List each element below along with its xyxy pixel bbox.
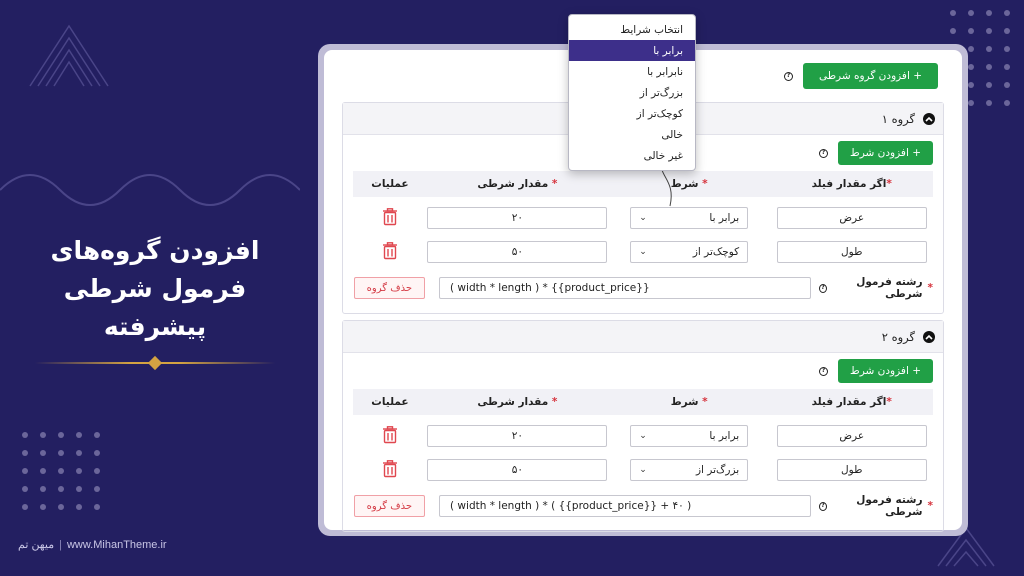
wave-decoration — [0, 174, 300, 206]
formula-label: رشته فرمول شرطی — [856, 276, 923, 300]
dropdown-option-selected[interactable]: برابر با — [569, 40, 695, 61]
condition-group-2: گروه ۲ + افزودن شرط ? *اگر مقدار فیلد * … — [342, 320, 944, 532]
hero-title: افزودن گروه‌های فرمول شرطی پیشرفته — [50, 236, 260, 341]
value-input[interactable]: ۵۰ — [427, 241, 608, 263]
dropdown-option[interactable]: غیر خالی — [569, 145, 695, 166]
group-title: گروه ۱ — [881, 111, 915, 126]
chevron-down-icon: ⌄ — [639, 247, 647, 257]
value-input[interactable]: ۲۰ — [427, 425, 608, 447]
table-row: عرض برابر با ⌄ ۲۰ — [353, 419, 933, 453]
field-select[interactable]: طول — [776, 241, 927, 263]
table-header: *اگر مقدار فیلد * شرط * مقدار شرطی عملیا… — [353, 389, 933, 415]
field-select[interactable]: عرض — [776, 207, 927, 229]
column-condition: شرط — [670, 396, 699, 408]
chevron-up-icon[interactable] — [923, 330, 935, 343]
add-condition-button[interactable]: + افزودن شرط — [838, 141, 933, 165]
column-field: اگر مقدار فیلد — [811, 396, 887, 408]
formula-input[interactable]: ( width * length ) * ( {{product_price}}… — [439, 495, 811, 517]
chevron-down-icon: ⌄ — [639, 431, 647, 441]
chevron-down-icon: ⌄ — [639, 213, 647, 223]
condition-select[interactable]: برابر با ⌄ — [630, 425, 749, 447]
help-circle-icon[interactable]: ? — [819, 283, 827, 293]
footer: میهن تم | www.MihanTheme.ir — [18, 539, 167, 551]
help-circle-icon[interactable]: ? — [819, 366, 829, 376]
chevron-up-icon[interactable] — [923, 112, 935, 125]
footer-website[interactable]: www.MihanTheme.ir — [67, 539, 167, 551]
dropdown-option[interactable]: کوچک‌تر از — [569, 103, 695, 124]
field-select[interactable]: عرض — [776, 425, 927, 447]
formula-row: * رشته فرمول شرطی? ( width * length ) * (… — [353, 489, 933, 523]
gold-divider — [35, 355, 275, 371]
hero-section: افزودن گروه‌های فرمول شرطی پیشرفته — [30, 232, 280, 371]
trash-icon[interactable] — [382, 241, 398, 260]
triangle-pattern-decoration — [29, 24, 109, 87]
help-circle-icon[interactable]: ? — [819, 148, 829, 158]
footer-brand: میهن تم — [18, 539, 55, 551]
value-input[interactable]: ۲۰ — [427, 207, 608, 229]
trash-icon[interactable] — [382, 459, 398, 478]
column-value: مقدار شرطی — [477, 396, 549, 408]
column-operations: عملیات — [371, 396, 409, 408]
trash-icon[interactable] — [382, 425, 398, 444]
condition-dropdown-menu[interactable]: انتخاب شرایط برابر با نابرابر با بزرگ‌تر… — [568, 14, 696, 171]
group-header[interactable]: گروه ۲ — [343, 321, 943, 353]
value-input[interactable]: ۵۰ — [427, 459, 608, 481]
condition-select[interactable]: بزرگ‌تر از ⌄ — [630, 459, 749, 481]
column-field: اگر مقدار فیلد — [811, 178, 887, 190]
chevron-down-icon: ⌄ — [639, 465, 647, 475]
formula-label: رشته فرمول شرطی — [856, 494, 923, 518]
trash-icon[interactable] — [382, 207, 398, 226]
dots-decoration — [22, 432, 100, 510]
condition-select[interactable]: برابر با ⌄ — [630, 207, 749, 229]
delete-group-button[interactable]: حذف گروه — [353, 277, 425, 299]
formula-row: * رشته فرمول شرطی? ( width * length ) * {… — [353, 271, 933, 305]
dropdown-option[interactable]: انتخاب شرایط — [569, 19, 695, 40]
group-title: گروه ۲ — [881, 329, 915, 344]
help-circle-icon[interactable]: ? — [819, 501, 827, 511]
delete-group-button[interactable]: حذف گروه — [353, 495, 425, 517]
dropdown-option[interactable]: خالی — [569, 124, 695, 145]
field-select[interactable]: طول — [776, 459, 927, 481]
table-row: طول بزرگ‌تر از ⌄ ۵۰ — [353, 453, 933, 487]
dropdown-option[interactable]: بزرگ‌تر از — [569, 82, 695, 103]
dropdown-option[interactable]: نابرابر با — [569, 61, 695, 82]
condition-select[interactable]: کوچک‌تر از ⌄ — [630, 241, 749, 263]
column-value: مقدار شرطی — [477, 178, 549, 190]
formula-input[interactable]: ( width * length ) * {{product_price}} — [439, 277, 811, 299]
help-circle-icon[interactable]: ? — [783, 71, 793, 81]
column-operations: عملیات — [371, 178, 409, 190]
add-condition-button[interactable]: + افزودن شرط — [838, 359, 933, 383]
table-row: طول کوچک‌تر از ⌄ ۵۰ — [353, 235, 933, 269]
add-group-button[interactable]: + افزودن گروه شرطی — [802, 63, 938, 89]
